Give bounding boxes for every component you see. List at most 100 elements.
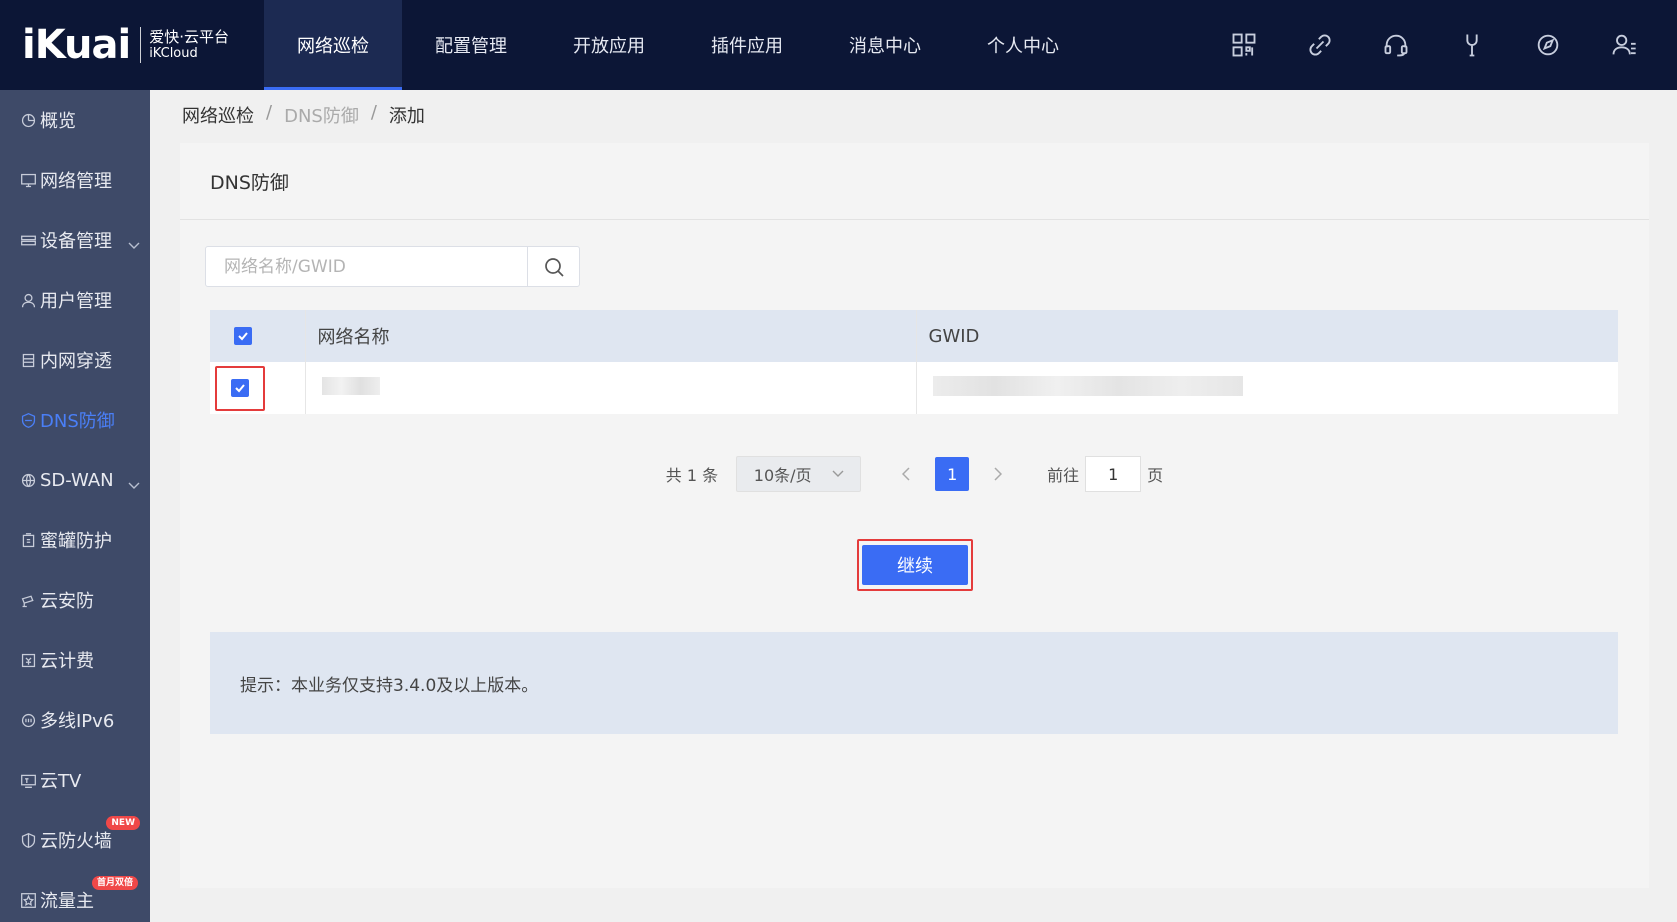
breadcrumb-item-network-inspection[interactable]: 网络巡检 <box>182 102 254 128</box>
firewall-icon <box>18 830 38 850</box>
topnav-item-config[interactable]: 配置管理 <box>402 0 540 90</box>
topnav-item-network-inspection[interactable]: 网络巡检 <box>264 0 402 90</box>
sidebar-item-sd-wan[interactable]: SD-WAN <box>0 450 150 510</box>
honeypot-icon <box>18 530 38 550</box>
sidebar-item-overview[interactable]: 概览 <box>0 90 150 150</box>
select-all-checkbox[interactable] <box>234 326 252 345</box>
new-badge: NEW <box>106 816 140 830</box>
chevron-down-icon <box>128 234 140 249</box>
table-row[interactable] <box>210 362 1618 414</box>
sidebar-item-cloud-security[interactable]: 云安防 <box>0 570 150 630</box>
sidebar-item-label: 多线IPv6 <box>40 711 115 732</box>
chevron-left-icon <box>902 467 910 481</box>
sidebar-item-label: 用户管理 <box>40 291 112 312</box>
promo-badge: 首月双倍 <box>91 876 138 890</box>
sidebar-item-label: 内网穿透 <box>40 351 112 372</box>
sidebar-item-user-mgmt[interactable]: 用户管理 <box>0 270 150 330</box>
sidebar-item-traffic-owner[interactable]: 流量主 首月双倍 <box>0 870 150 922</box>
camera-icon <box>18 590 38 610</box>
row-checkbox[interactable] <box>231 378 249 397</box>
sidebar-item-label: 云TV <box>40 771 82 792</box>
sidebar-item-honeypot[interactable]: 蜜罐防护 <box>0 510 150 570</box>
goto-label: 前往 <box>1047 466 1080 485</box>
dashboard-icon <box>18 110 38 130</box>
globe-icon <box>18 470 38 490</box>
top-bar: iKuai 爱快·云平台 iKCloud 网络巡检 配置管理 开放应用 插件应用… <box>0 0 1677 90</box>
wrench-icon[interactable] <box>1455 28 1489 62</box>
logo-wordmark: iKuai <box>22 22 131 68</box>
continue-button[interactable]: 继续 <box>862 545 968 585</box>
sidebar-item-device-mgmt[interactable]: 设备管理 <box>0 210 150 270</box>
topnav-item-open-apps[interactable]: 开放应用 <box>540 0 678 90</box>
breadcrumb-separator: / <box>266 102 273 123</box>
network-table: 网络名称 GWID <box>210 310 1618 414</box>
shield-icon <box>18 410 38 430</box>
top-icon-bar <box>1227 0 1641 90</box>
sidebar-item-label: 蜜罐防护 <box>40 531 112 552</box>
breadcrumb-item-dns-defense[interactable]: DNS防御 <box>284 102 359 128</box>
chevron-down-icon <box>128 474 140 489</box>
cell-network-name <box>304 362 916 414</box>
logo-subtitle-en: iKCloud <box>149 46 198 62</box>
table-header-row: 网络名称 GWID <box>210 310 1618 362</box>
next-page-button[interactable] <box>983 467 1013 481</box>
sidebar-item-label: DNS防御 <box>40 411 115 432</box>
sidebar-item-cloud-billing[interactable]: 云计费 <box>0 630 150 690</box>
breadcrumb-separator: / <box>370 102 377 123</box>
billing-icon <box>18 650 38 670</box>
top-nav: 网络巡检 配置管理 开放应用 插件应用 消息中心 个人中心 <box>264 0 1092 90</box>
sidebar: 概览 网络管理 设备管理 用户管理 内网穿透 DNS防御 SD-WAN 蜜罐防护… <box>0 90 150 922</box>
redacted-network-name <box>321 376 380 395</box>
link-icon[interactable] <box>1303 28 1337 62</box>
ipv6-icon <box>18 710 38 730</box>
user-icon <box>18 290 38 310</box>
pagination: 共 1 条 10条/页 1 前往 页 <box>180 456 1649 492</box>
page-title: DNS防御 <box>180 143 1649 220</box>
search-icon <box>544 257 564 277</box>
sidebar-item-dns-defense[interactable]: DNS防御 <box>0 390 150 450</box>
topnav-item-plugins[interactable]: 插件应用 <box>678 0 816 90</box>
highlight-box <box>215 365 265 411</box>
sidebar-item-cloud-firewall[interactable]: 云防火墙 NEW <box>0 810 150 870</box>
logo-subtitle-cn: 爱快·云平台 <box>149 28 229 47</box>
goto-unit: 页 <box>1147 466 1164 485</box>
redacted-gwid <box>932 375 1243 396</box>
sidebar-item-network-mgmt[interactable]: 网络管理 <box>0 150 150 210</box>
sidebar-item-label: SD-WAN <box>40 469 114 491</box>
logo-divider <box>140 27 142 63</box>
sidebar-item-cloud-tv[interactable]: 云TV <box>0 750 150 810</box>
topnav-item-profile[interactable]: 个人中心 <box>954 0 1092 90</box>
sidebar-item-label: 网络管理 <box>40 171 112 192</box>
header-select-cell <box>210 310 305 362</box>
logo[interactable]: iKuai 爱快·云平台 iKCloud <box>0 0 264 90</box>
sidebar-item-label: 设备管理 <box>40 231 112 252</box>
device-icon <box>18 230 38 250</box>
breadcrumb: 网络巡检 / DNS防御 / 添加 <box>182 102 425 128</box>
search-button[interactable] <box>527 247 579 286</box>
pagination-total: 共 1 条 <box>665 466 719 485</box>
topnav-item-messages[interactable]: 消息中心 <box>816 0 954 90</box>
page-number-current[interactable]: 1 <box>935 457 970 491</box>
goto-page-input[interactable] <box>1085 456 1142 492</box>
sidebar-item-label: 流量主 <box>40 891 94 912</box>
sidebar-item-label: 云防火墙 <box>40 831 112 852</box>
sidebar-item-label: 概览 <box>40 111 76 132</box>
user-menu-icon[interactable] <box>1607 28 1641 62</box>
monitor-icon <box>18 170 38 190</box>
qr-code-icon[interactable] <box>1227 28 1261 62</box>
search-input[interactable] <box>206 247 527 286</box>
compass-icon[interactable] <box>1531 28 1565 62</box>
tunnel-icon <box>18 350 38 370</box>
row-select-cell <box>210 362 305 414</box>
sidebar-item-multiline-ipv6[interactable]: 多线IPv6 <box>0 690 150 750</box>
search-box <box>205 246 580 287</box>
sidebar-item-intranet-tunnel[interactable]: 内网穿透 <box>0 330 150 390</box>
prev-page-button[interactable] <box>891 467 921 481</box>
chevron-right-icon <box>994 467 1003 481</box>
headset-icon[interactable] <box>1379 28 1413 62</box>
header-network-name: 网络名称 <box>304 310 916 362</box>
page-size-select[interactable]: 10条/页 <box>736 456 862 492</box>
tip-box: 提示：本业务仅支持3.4.0及以上版本。 <box>210 632 1618 734</box>
header-gwid: GWID <box>915 310 1618 362</box>
page-size-value: 10条/页 <box>753 466 812 485</box>
